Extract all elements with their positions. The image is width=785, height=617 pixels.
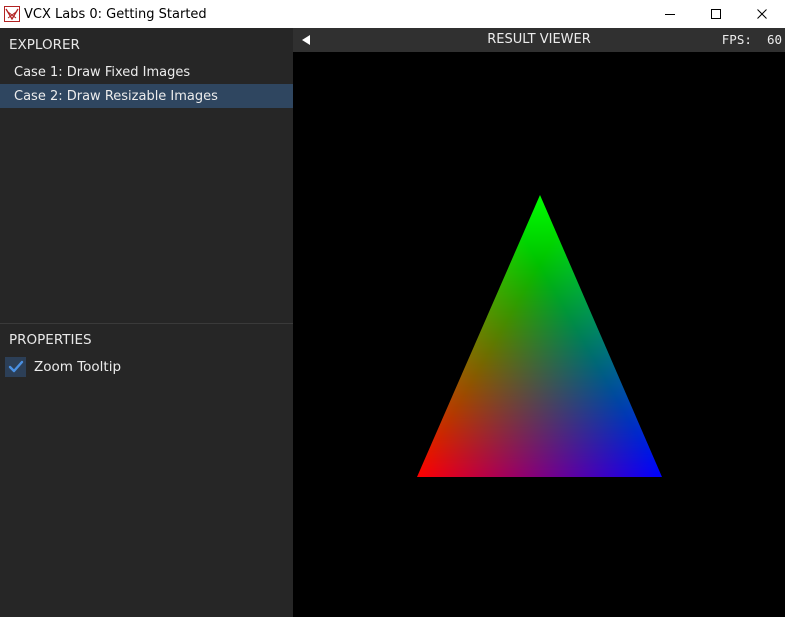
close-button[interactable] [739,0,785,28]
collapse-panel-button[interactable] [299,33,313,47]
result-viewer-title: RESULT VIEWER [487,32,591,47]
left-panel: EXPLORER Case 1: Draw Fixed Images Case … [0,28,293,617]
zoom-tooltip-checkbox[interactable] [5,357,26,377]
fps-readout: FPS: 60 [722,28,782,52]
explorer-item-case-2[interactable]: Case 2: Draw Resizable Images [0,84,293,108]
close-icon [757,9,767,19]
explorer-item-label: Case 1: Draw Fixed Images [14,64,191,80]
explorer-item-label: Case 2: Draw Resizable Images [14,88,218,104]
window-controls [647,0,785,28]
result-viewer-header: RESULT VIEWER FPS: 60 [293,28,785,52]
properties-title: PROPERTIES [9,332,92,348]
rendered-triangle [417,195,662,477]
title-bar[interactable]: VCX Labs 0: Getting Started [0,0,785,28]
minimize-icon [665,14,675,15]
maximize-icon [711,9,721,19]
vcx-app-icon [4,6,20,22]
panel-divider[interactable] [0,323,293,324]
window-title: VCX Labs 0: Getting Started [24,6,207,22]
zoom-tooltip-row: Zoom Tooltip [5,357,121,377]
result-viewer-canvas[interactable] [293,52,785,617]
check-icon [8,360,23,373]
app-window: VCX Labs 0: Getting Started EXPLORER Cas… [0,0,785,617]
explorer-item-case-1[interactable]: Case 1: Draw Fixed Images [0,60,293,84]
minimize-button[interactable] [647,0,693,28]
explorer-title: EXPLORER [9,37,80,53]
zoom-tooltip-label[interactable]: Zoom Tooltip [34,359,121,375]
fps-value: 60 [766,32,782,47]
maximize-button[interactable] [693,0,739,28]
triangle-left-icon [302,35,310,45]
fps-label: FPS: [721,32,752,47]
